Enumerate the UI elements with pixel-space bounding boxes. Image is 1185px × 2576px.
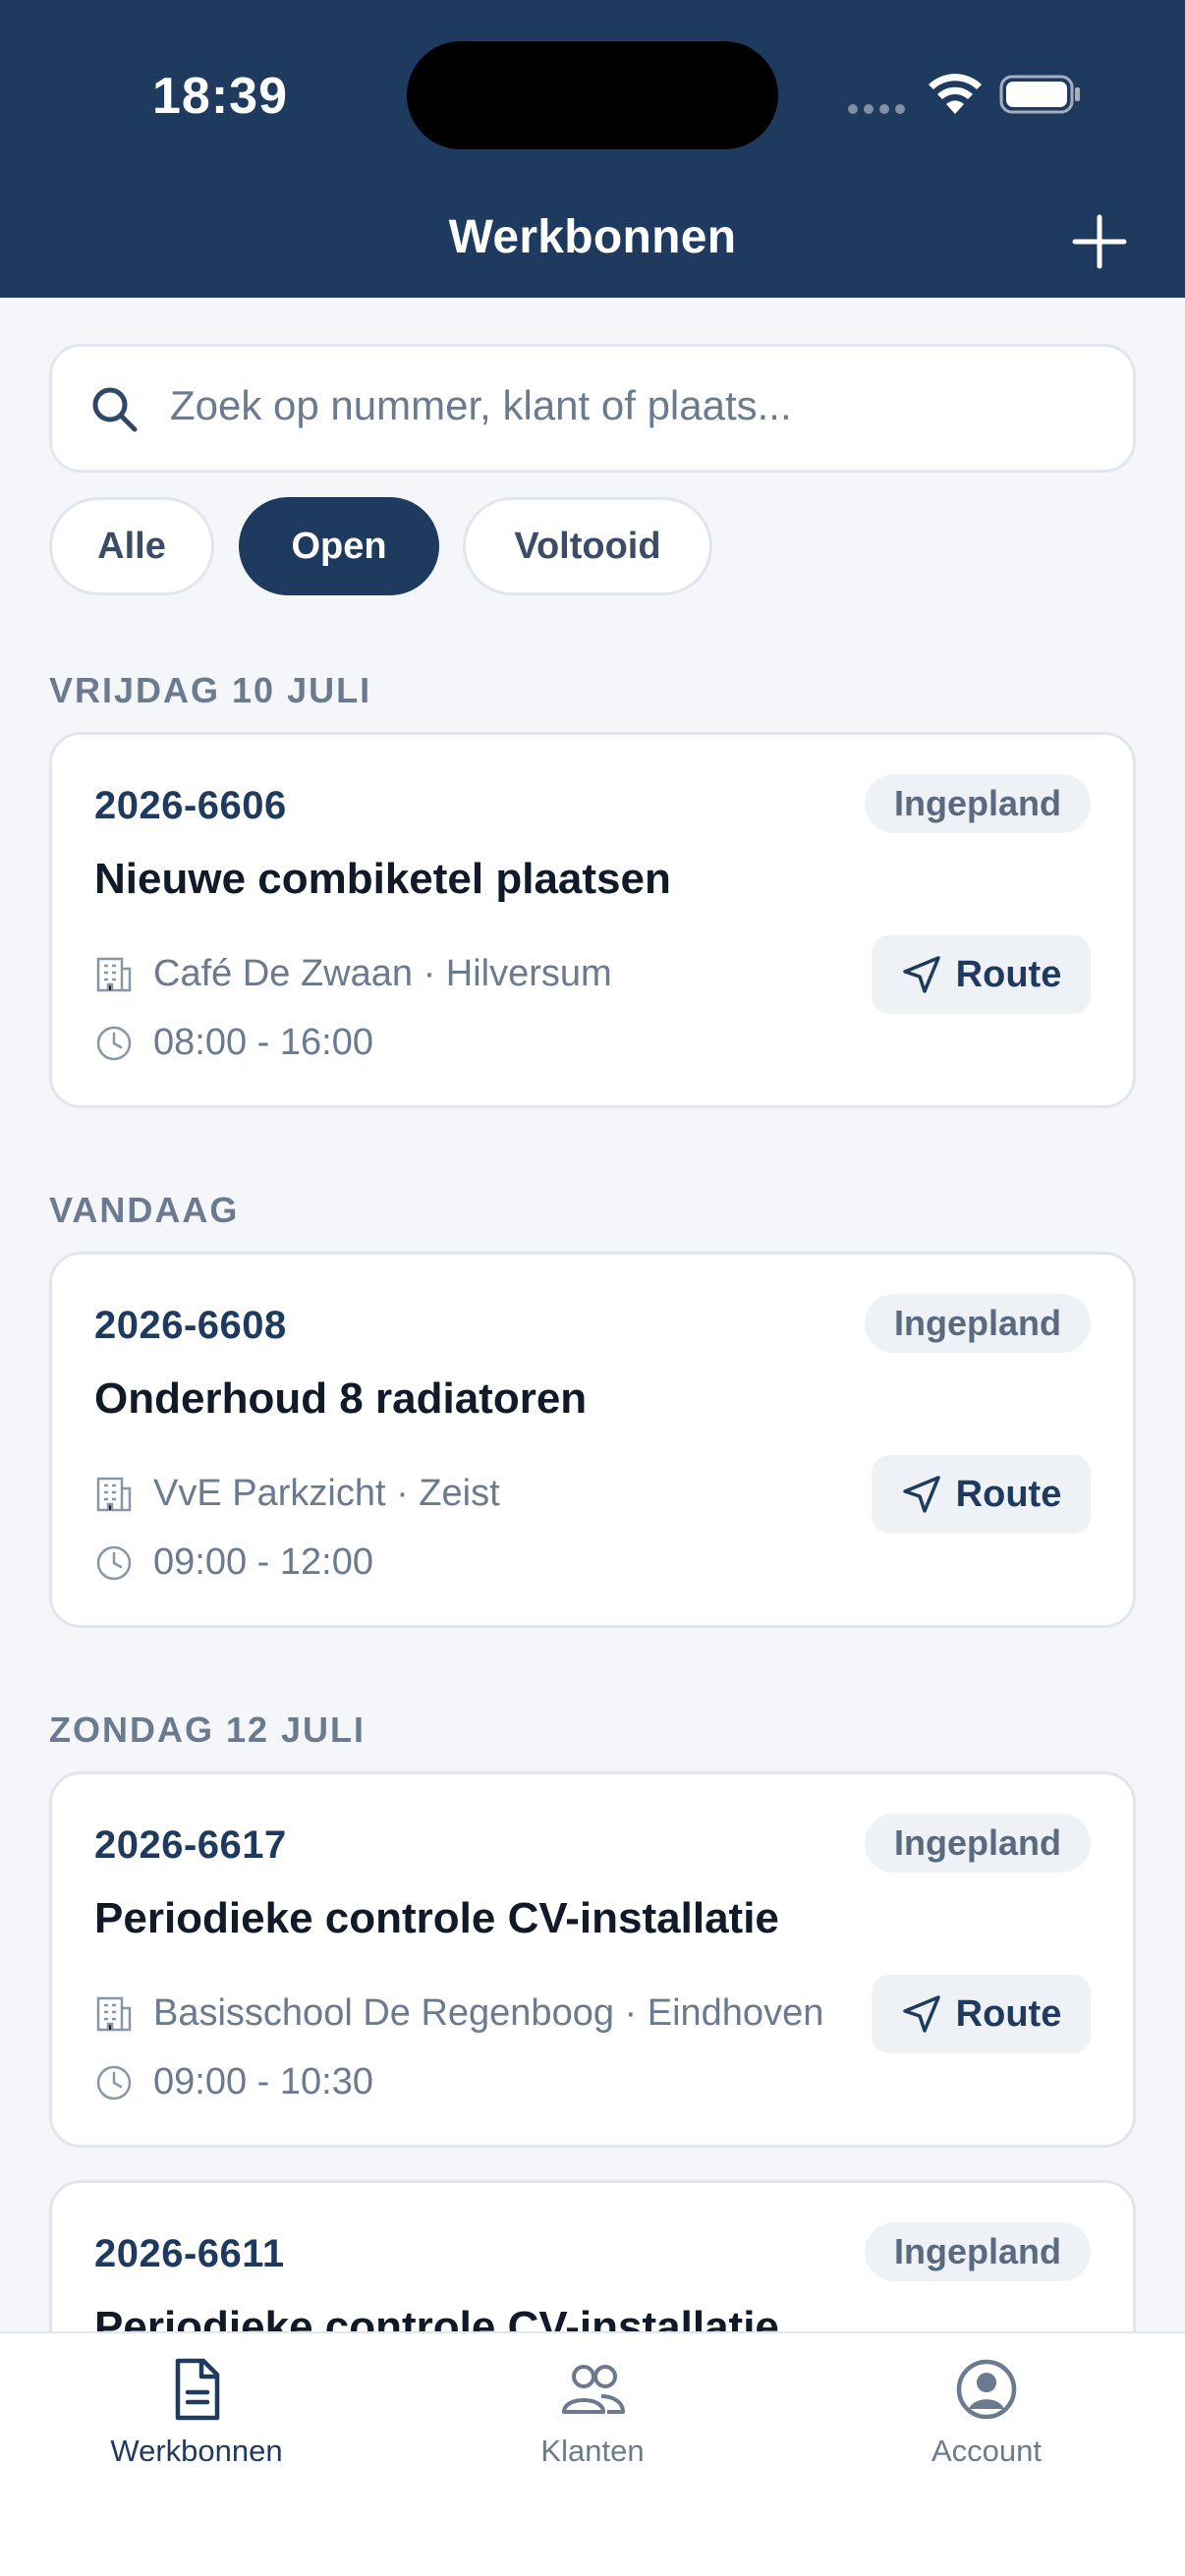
section-label: VANDAAG bbox=[49, 1190, 240, 1230]
tab-werkbonnen[interactable]: Werkbonnen bbox=[69, 2355, 324, 2492]
workorder-number: 2026-6608 bbox=[94, 1304, 287, 1347]
signal-icon bbox=[848, 104, 905, 114]
app-header: 18:39 Werkbonnen bbox=[0, 0, 1185, 298]
search-placeholder: Zoek op nummer, klant of plaats... bbox=[170, 382, 792, 428]
route-button[interactable]: Route bbox=[872, 935, 1091, 1014]
client-label: Café De Zwaan · Hilversum bbox=[153, 953, 612, 994]
account-icon bbox=[956, 2359, 1017, 2420]
status-time: 18:39 bbox=[152, 68, 288, 125]
search-icon bbox=[92, 387, 138, 432]
client-row: Basisschool De Regenboog · Eindhoven bbox=[94, 1992, 823, 2035]
clock-icon bbox=[96, 1026, 132, 1060]
tab-label: Account bbox=[931, 2434, 1042, 2468]
tab-klanten[interactable]: Klanten bbox=[465, 2355, 720, 2492]
search-input[interactable]: Zoek op nummer, klant of plaats... bbox=[49, 344, 1136, 473]
building-icon bbox=[96, 1477, 132, 1511]
building-icon bbox=[96, 957, 132, 991]
navigation-arrow-icon bbox=[902, 1476, 940, 1513]
route-button[interactable]: Route bbox=[872, 1975, 1091, 2053]
navigation-arrow-icon bbox=[902, 956, 940, 993]
status-badge: Ingepland bbox=[865, 2222, 1091, 2281]
document-icon bbox=[175, 2358, 220, 2421]
workorder-number: 2026-6606 bbox=[94, 784, 287, 827]
status-badge: Ingepland bbox=[865, 1294, 1091, 1353]
users-icon bbox=[562, 2365, 625, 2414]
time-row: 08:00 - 16:00 bbox=[94, 1022, 373, 1064]
workorder-title: Periodieke controle CV-installatie bbox=[94, 1894, 779, 1942]
client-label: Basisschool De Regenboog · Eindhoven bbox=[153, 1992, 824, 2034]
client-row: Café De Zwaan · Hilversum bbox=[94, 953, 612, 995]
tab-bar: Werkbonnen Klanten Account bbox=[0, 2331, 1185, 2576]
workorder-title: Onderhoud 8 radiatoren bbox=[94, 1374, 588, 1423]
dynamic-island bbox=[407, 41, 778, 149]
page-title: Werkbonnen bbox=[448, 211, 737, 263]
battery-icon bbox=[999, 75, 1080, 114]
wifi-icon bbox=[929, 74, 982, 114]
route-label: Route bbox=[955, 953, 1062, 995]
time-label: 08:00 - 16:00 bbox=[153, 1022, 373, 1063]
home-indicator bbox=[396, 2543, 789, 2554]
workorder-card[interactable]: 2026-6606 Ingepland Nieuwe combiketel pl… bbox=[49, 732, 1136, 1108]
plus-icon[interactable] bbox=[1071, 213, 1128, 270]
section-label: ZONDAG 12 JULI bbox=[49, 1709, 367, 1750]
route-label: Route bbox=[955, 1992, 1062, 2035]
filter-chip-alle[interactable]: Alle bbox=[49, 497, 214, 595]
navigation-arrow-icon bbox=[902, 1995, 940, 2033]
filter-chip-open[interactable]: Open bbox=[239, 497, 439, 595]
filter-chip-voltooid[interactable]: Voltooid bbox=[463, 497, 712, 595]
time-row: 09:00 - 10:30 bbox=[94, 2061, 373, 2103]
workorder-number: 2026-6611 bbox=[94, 2232, 285, 2275]
workorder-number: 2026-6617 bbox=[94, 1823, 287, 1867]
time-row: 09:00 - 12:00 bbox=[94, 1541, 373, 1584]
workorder-card[interactable]: 2026-6608 Ingepland Onderhoud 8 radiator… bbox=[49, 1252, 1136, 1628]
time-label: 09:00 - 12:00 bbox=[153, 1541, 373, 1583]
route-button[interactable]: Route bbox=[872, 1455, 1091, 1534]
time-label: 09:00 - 10:30 bbox=[153, 2061, 373, 2102]
workorder-title: Nieuwe combiketel plaatsen bbox=[94, 855, 671, 903]
route-label: Route bbox=[955, 1473, 1062, 1515]
clock-icon bbox=[96, 2065, 132, 2100]
tab-account[interactable]: Account bbox=[859, 2355, 1114, 2492]
building-icon bbox=[96, 1996, 132, 2031]
client-label: VvE Parkzicht · Zeist bbox=[153, 1473, 500, 1514]
tab-label: Werkbonnen bbox=[110, 2434, 283, 2468]
client-row: VvE Parkzicht · Zeist bbox=[94, 1473, 500, 1515]
status-badge: Ingepland bbox=[865, 774, 1091, 833]
section-label: VRIJDAG 10 JULI bbox=[49, 670, 372, 710]
clock-icon bbox=[96, 1545, 132, 1580]
status-badge: Ingepland bbox=[865, 1814, 1091, 1873]
tab-label: Klanten bbox=[540, 2434, 645, 2468]
workorder-card[interactable]: 2026-6617 Ingepland Periodieke controle … bbox=[49, 1771, 1136, 2148]
